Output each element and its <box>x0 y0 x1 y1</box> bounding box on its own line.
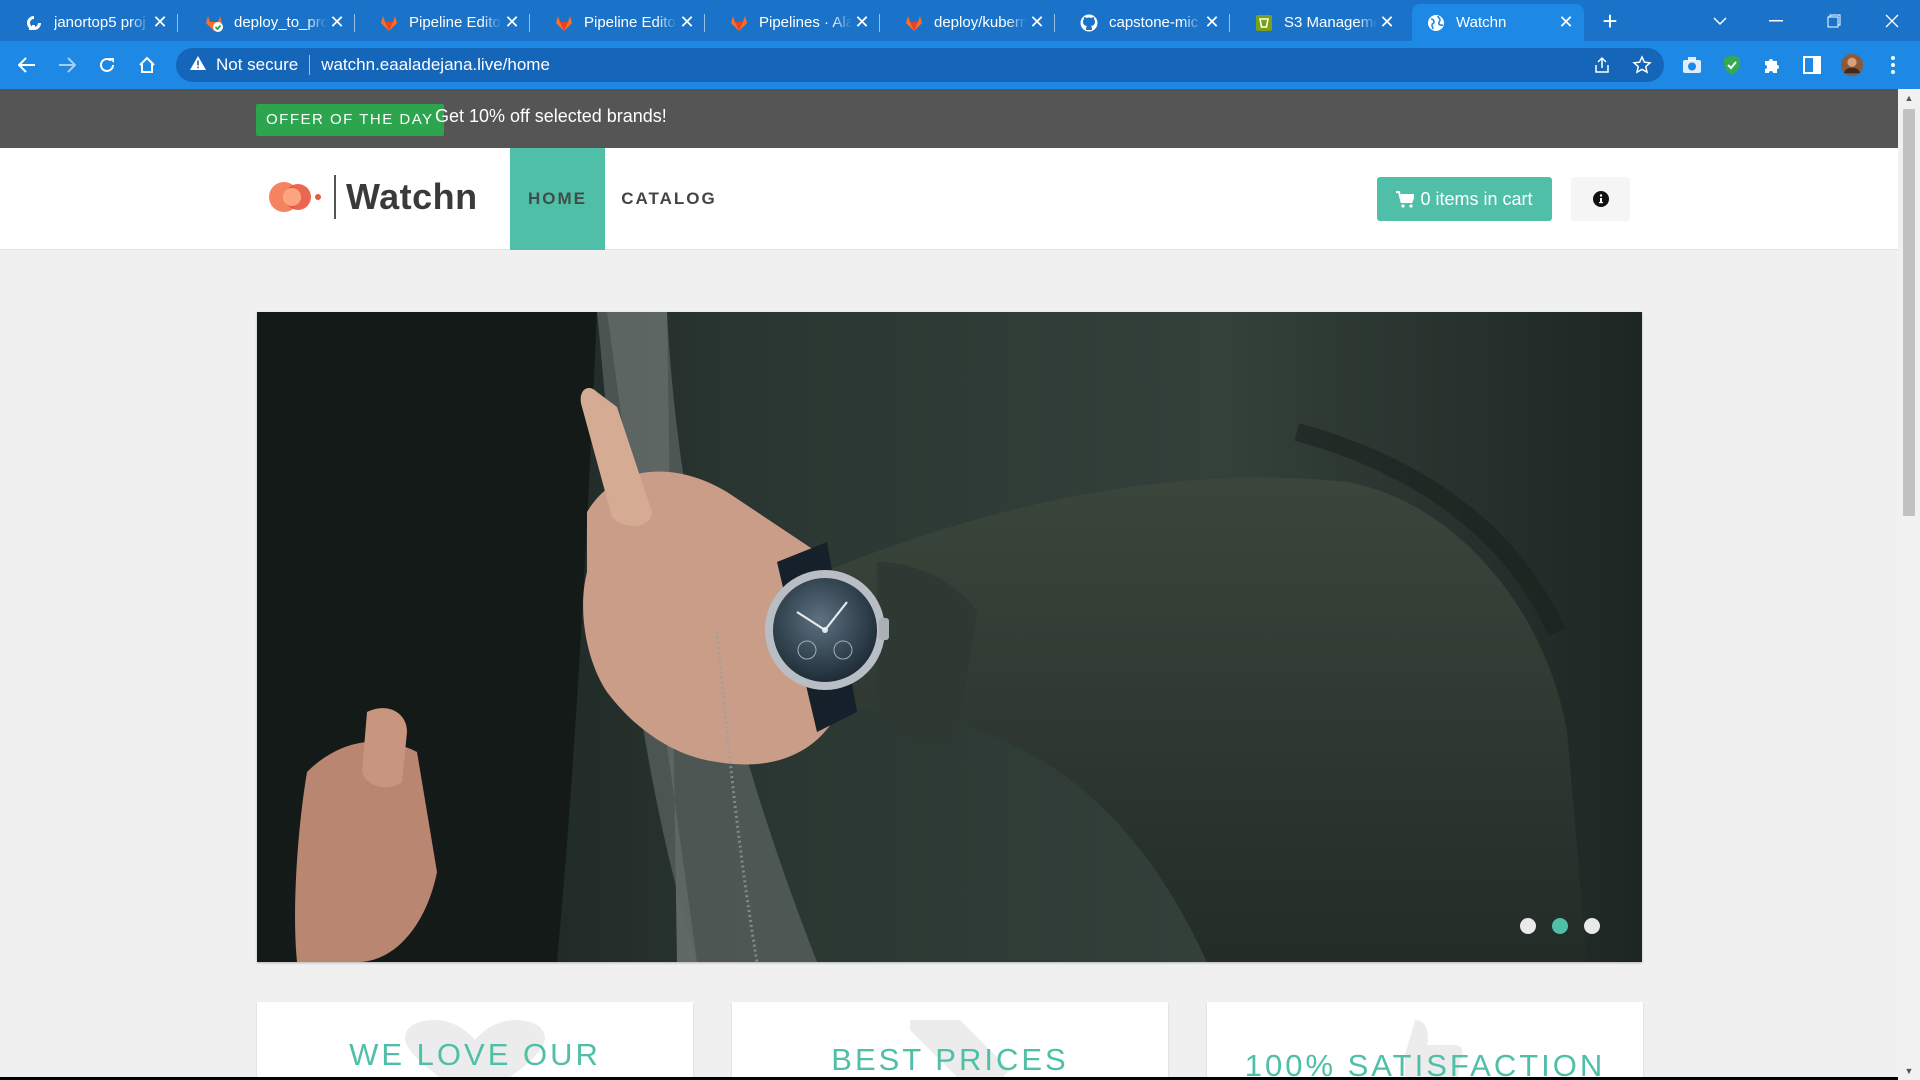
promo-bar: OFFER OF THE DAY Get 10% off selected br… <box>0 89 1898 148</box>
tab-title: Pipelines · Ala <box>759 14 852 31</box>
scroll-down-icon[interactable]: ▼ <box>1904 1066 1914 1076</box>
site-navbar: Watchn HOME CATALOG 0 items in cart <box>0 148 1898 250</box>
reload-icon[interactable] <box>91 49 123 81</box>
browser-tab[interactable]: janortop5 proj ✕ <box>0 4 178 41</box>
close-tab-icon[interactable]: ✕ <box>677 12 697 33</box>
close-tab-icon[interactable]: ✕ <box>1202 12 1222 33</box>
shield-extension-icon[interactable] <box>1720 53 1744 77</box>
browser-tab[interactable]: Pipeline Editor ✕ <box>355 4 530 41</box>
close-window-icon[interactable] <box>1864 0 1920 41</box>
feature-card-title: 100% SATISFACTION <box>1244 1048 1606 1080</box>
browser-tab[interactable]: deploy_to_pro ✕ <box>180 4 355 41</box>
gitlab-check-icon <box>204 13 224 33</box>
nav-home-link[interactable]: HOME <box>510 148 605 250</box>
hero-watch-image <box>257 312 1642 962</box>
url-text[interactable]: watchn.eaaladejana.live/home <box>321 55 550 75</box>
carousel-dot-1[interactable] <box>1520 918 1536 934</box>
tab-title: deploy/kubern <box>934 14 1027 31</box>
gitlab-icon <box>904 13 924 33</box>
site-logo[interactable]: Watchn <box>266 175 478 219</box>
watchn-logo-icon <box>269 182 321 212</box>
close-tab-icon[interactable]: ✕ <box>1027 12 1047 33</box>
close-tab-icon[interactable]: ✕ <box>852 12 872 33</box>
forward-icon[interactable] <box>51 49 83 81</box>
gitlab-icon <box>729 13 749 33</box>
close-tab-icon[interactable]: ✕ <box>502 12 522 33</box>
browser-tab[interactable]: Pipeline Editor ✕ <box>530 4 705 41</box>
close-tab-icon[interactable]: ✕ <box>1556 12 1576 33</box>
bookmark-star-icon[interactable] <box>1630 53 1654 77</box>
close-tab-icon[interactable]: ✕ <box>327 12 347 33</box>
feature-card-title: BEST PRICES <box>831 1042 1069 1077</box>
feature-card: BEST PRICES <box>732 1002 1168 1080</box>
back-icon[interactable] <box>11 49 43 81</box>
extensions-puzzle-icon[interactable] <box>1760 53 1784 77</box>
new-tab-button[interactable]: + <box>1595 6 1625 36</box>
carousel-dot-2[interactable] <box>1552 918 1568 934</box>
gitlab-icon <box>379 13 399 33</box>
restore-icon[interactable] <box>1806 0 1862 41</box>
browser-tab-active[interactable]: Watchn ✕ <box>1412 4 1584 41</box>
browser-tab[interactable]: capstone-mic ✕ <box>1055 4 1230 41</box>
tab-title: S3 Manageme <box>1284 14 1377 31</box>
cart-label: 0 items in cart <box>1420 188 1533 209</box>
tab-title: Watchn <box>1456 14 1507 31</box>
tab-search-icon[interactable] <box>1692 0 1748 41</box>
profile-avatar-icon[interactable] <box>1840 53 1864 77</box>
tab-title: deploy_to_pro <box>234 14 327 31</box>
github-icon <box>1079 13 1099 33</box>
globe-icon <box>1426 13 1446 33</box>
offer-text: Get 10% off selected brands! <box>435 106 667 126</box>
security-label[interactable]: Not secure <box>216 55 298 75</box>
info-icon <box>1592 191 1609 207</box>
shopping-cart-icon <box>1396 190 1415 208</box>
nav-catalog-link[interactable]: CATALOG <box>610 148 728 250</box>
offer-badge: OFFER OF THE DAY <box>256 104 444 136</box>
aws-s3-icon <box>1254 13 1274 33</box>
logo-text: Watchn <box>346 176 478 217</box>
feature-card: 100% SATISFACTION <box>1207 1002 1643 1080</box>
carousel-dot-3[interactable] <box>1584 918 1600 934</box>
gitlab-icon <box>554 13 574 33</box>
cart-button[interactable]: 0 items in cart <box>1377 177 1552 221</box>
tab-title: capstone-mic <box>1109 14 1199 31</box>
browser-menu-icon[interactable] <box>1881 53 1905 77</box>
logo-divider <box>334 175 336 219</box>
scroll-up-icon[interactable]: ▲ <box>1904 93 1914 103</box>
home-icon[interactable] <box>131 49 163 81</box>
tab-title: Pipeline Editor <box>584 14 677 31</box>
browser-tab[interactable]: S3 Manageme ✕ <box>1230 4 1405 41</box>
address-bar[interactable]: Not secure watchn.eaaladejana.live/home <box>176 48 1664 82</box>
browser-toolbar: Not secure watchn.eaaladejana.live/home <box>0 41 1920 89</box>
camera-extension-icon[interactable] <box>1680 53 1704 77</box>
hero-carousel[interactable] <box>257 312 1642 962</box>
close-tab-icon[interactable]: ✕ <box>150 12 170 33</box>
info-button[interactable] <box>1571 177 1630 221</box>
tab-title: janortop5 proj <box>54 14 146 31</box>
feature-card: WE LOVE OUR <box>257 1002 693 1080</box>
divider <box>309 55 311 75</box>
warning-icon[interactable] <box>190 55 208 75</box>
browser-tab[interactable]: Pipelines · Ala ✕ <box>705 4 880 41</box>
tab-title: Pipeline Editor <box>409 14 502 31</box>
feature-card-title: WE LOVE OUR <box>349 1037 601 1072</box>
scroll-thumb[interactable] <box>1903 109 1915 516</box>
browser-tab-strip: janortop5 proj ✕ deploy_to_pro ✕ Pipelin… <box>0 0 1920 41</box>
side-panel-icon[interactable] <box>1800 53 1824 77</box>
page-scrollbar[interactable]: ▲ ▼ <box>1898 89 1920 1080</box>
share-icon[interactable] <box>1590 53 1614 77</box>
digitalocean-icon <box>24 13 44 33</box>
close-tab-icon[interactable]: ✕ <box>1377 12 1397 33</box>
browser-tab[interactable]: deploy/kubern ✕ <box>880 4 1055 41</box>
minimize-icon[interactable] <box>1748 0 1804 41</box>
tab-separator <box>177 14 178 32</box>
